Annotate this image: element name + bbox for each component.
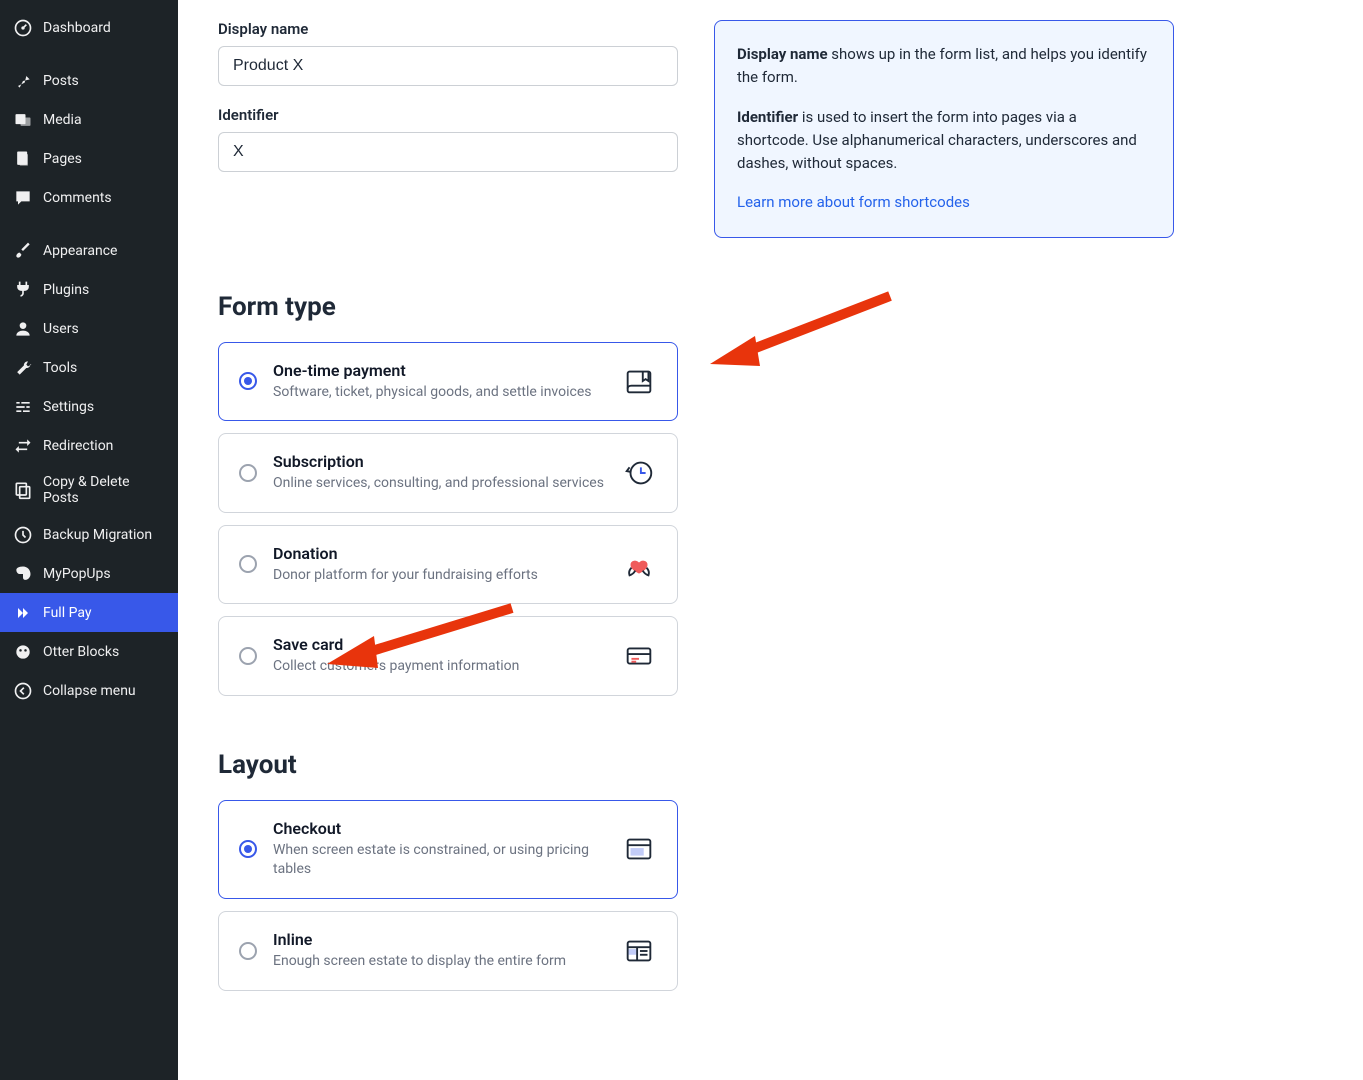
pin-icon: [12, 70, 33, 91]
layout-options: Checkout When screen estate is constrain…: [218, 800, 678, 991]
sidebar-item-backup[interactable]: Backup Migration: [0, 515, 178, 554]
sidebar-item-fullpay[interactable]: Full Pay: [0, 593, 178, 632]
display-name-input[interactable]: [218, 46, 678, 86]
admin-sidebar: Dashboard Posts Media Pages Comments App…: [0, 0, 178, 1080]
sidebar-item-comments[interactable]: Comments: [0, 178, 178, 217]
option-desc: Software, ticket, physical goods, and se…: [273, 383, 605, 403]
option-title: Save card: [273, 635, 605, 654]
display-name-label: Display name: [218, 20, 678, 38]
sidebar-item-users[interactable]: Users: [0, 309, 178, 348]
sidebar-item-settings[interactable]: Settings: [0, 387, 178, 426]
help-panel: Display name shows up in the form list, …: [714, 20, 1174, 238]
sidebar-item-label: Otter Blocks: [43, 644, 119, 660]
radio-icon: [239, 647, 257, 665]
inline-icon: [621, 933, 657, 969]
radio-icon: [239, 464, 257, 482]
sidebar-item-collapse[interactable]: Collapse menu: [0, 671, 178, 710]
sidebar-item-posts[interactable]: Posts: [0, 61, 178, 100]
sidebar-item-label: Comments: [43, 190, 112, 206]
option-title: Donation: [273, 544, 605, 563]
sidebar-item-label: Dashboard: [43, 20, 111, 36]
redirect-icon: [12, 435, 33, 456]
option-donation[interactable]: Donation Donor platform for your fundrai…: [218, 525, 678, 605]
option-desc: Enough screen estate to display the enti…: [273, 952, 605, 972]
page-icon: [12, 148, 33, 169]
option-subscription[interactable]: Subscription Online services, consulting…: [218, 433, 678, 513]
sidebar-item-label: Redirection: [43, 438, 113, 454]
user-icon: [12, 318, 33, 339]
option-inline[interactable]: Inline Enough screen estate to display t…: [218, 911, 678, 991]
dashboard-icon: [12, 17, 33, 38]
sidebar-item-label: Plugins: [43, 282, 89, 298]
sidebar-item-label: Settings: [43, 399, 94, 415]
sidebar-item-label: Full Pay: [43, 605, 91, 621]
help-strong-2: Identifier: [737, 108, 798, 126]
option-title: Checkout: [273, 819, 605, 838]
option-title: One-time payment: [273, 361, 605, 380]
option-title: Subscription: [273, 452, 605, 471]
collapse-icon: [12, 680, 33, 701]
option-checkout[interactable]: Checkout When screen estate is constrain…: [218, 800, 678, 899]
option-title: Inline: [273, 930, 605, 949]
sidebar-item-copydelete[interactable]: Copy & Delete Posts: [0, 465, 178, 515]
sidebar-item-label: Backup Migration: [43, 527, 152, 543]
sidebar-item-redirection[interactable]: Redirection: [0, 426, 178, 465]
copy-icon: [12, 480, 33, 501]
form-type-options: One-time payment Software, ticket, physi…: [218, 342, 678, 696]
sidebar-item-dashboard[interactable]: Dashboard: [0, 8, 178, 47]
help-link[interactable]: Learn more about form shortcodes: [737, 193, 970, 211]
option-desc: Donor platform for your fundraising effo…: [273, 566, 605, 586]
form-type-heading: Form type: [218, 292, 1323, 322]
option-desc: Online services, consulting, and profess…: [273, 474, 605, 494]
otter-icon: [12, 641, 33, 662]
sidebar-item-label: Collapse menu: [43, 683, 136, 699]
clock-icon: [621, 455, 657, 491]
radio-icon: [239, 372, 257, 390]
layout-heading: Layout: [218, 750, 1323, 780]
radio-icon: [239, 942, 257, 960]
comment-icon: [12, 187, 33, 208]
option-desc: Collect customers payment information: [273, 657, 605, 677]
sidebar-item-mypopups[interactable]: MyPopUps: [0, 554, 178, 593]
sidebar-item-label: Tools: [43, 360, 77, 376]
heart-icon: [621, 546, 657, 582]
backup-icon: [12, 524, 33, 545]
plug-icon: [12, 279, 33, 300]
radio-icon: [239, 840, 257, 858]
sidebar-item-appearance[interactable]: Appearance: [0, 231, 178, 270]
sidebar-item-otter[interactable]: Otter Blocks: [0, 632, 178, 671]
sidebar-item-label: Pages: [43, 151, 82, 167]
radio-icon: [239, 555, 257, 573]
sidebar-item-label: Media: [43, 112, 82, 128]
identifier-input[interactable]: [218, 132, 678, 172]
popup-icon: [12, 563, 33, 584]
wrench-icon: [12, 357, 33, 378]
checkout-icon: [621, 831, 657, 867]
option-one-time-payment[interactable]: One-time payment Software, ticket, physi…: [218, 342, 678, 422]
sidebar-item-label: Users: [43, 321, 79, 337]
sidebar-item-label: MyPopUps: [43, 566, 111, 582]
sidebar-item-pages[interactable]: Pages: [0, 139, 178, 178]
card-icon: [621, 638, 657, 674]
sidebar-item-label: Appearance: [43, 243, 117, 259]
book-icon: [621, 363, 657, 399]
sidebar-item-label: Posts: [43, 73, 79, 89]
brush-icon: [12, 240, 33, 261]
sliders-icon: [12, 396, 33, 417]
option-desc: When screen estate is constrained, or us…: [273, 841, 605, 880]
help-strong-1: Display name: [737, 45, 828, 63]
option-save-card[interactable]: Save card Collect customers payment info…: [218, 616, 678, 696]
sidebar-item-plugins[interactable]: Plugins: [0, 270, 178, 309]
main-content: Display name Identifier Display name sho…: [178, 0, 1363, 1080]
sidebar-item-media[interactable]: Media: [0, 100, 178, 139]
fullpay-icon: [12, 602, 33, 623]
sidebar-item-label: Copy & Delete Posts: [43, 474, 166, 506]
sidebar-item-tools[interactable]: Tools: [0, 348, 178, 387]
identifier-label: Identifier: [218, 106, 678, 124]
media-icon: [12, 109, 33, 130]
